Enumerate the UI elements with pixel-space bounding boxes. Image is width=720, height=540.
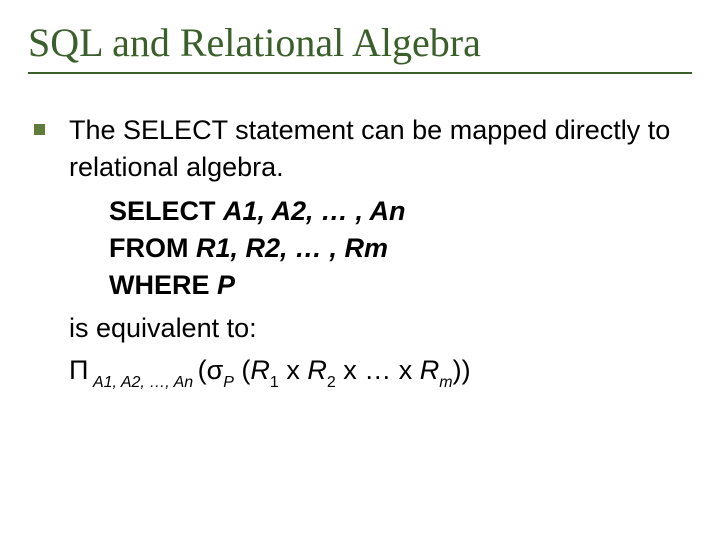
sigma-part: (σ bbox=[198, 355, 224, 385]
slide-body: The SELECT statement can be mapped direc… bbox=[28, 112, 692, 392]
where-keyword: WHERE bbox=[109, 270, 217, 300]
pi-symbol: Π bbox=[69, 355, 89, 385]
bullet-item: The SELECT statement can be mapped direc… bbox=[28, 112, 692, 392]
close-parens: )) bbox=[453, 355, 471, 385]
sql-block: SELECT A1, A2, … , An FROM R1, R2, … , R… bbox=[109, 193, 692, 305]
title-rule: SQL and Relational Algebra bbox=[28, 20, 692, 74]
pi-subscript: A1, A2, …, An bbox=[89, 374, 198, 391]
x1: x bbox=[279, 355, 308, 385]
rm-sub: m bbox=[439, 374, 452, 391]
select-keyword: SELECT bbox=[109, 196, 223, 226]
sql-select-line: SELECT A1, A2, … , An bbox=[109, 193, 692, 230]
r1-sub: 1 bbox=[270, 374, 279, 391]
relational-algebra-formula: Π A1, A2, …, An (σP (R1 x R2 x … x Rm)) bbox=[69, 352, 692, 392]
rm-r: R bbox=[420, 355, 440, 385]
open-paren: ( bbox=[234, 355, 251, 385]
from-keyword: FROM bbox=[109, 233, 196, 263]
r2-sub: 2 bbox=[327, 374, 336, 391]
slide-title: SQL and Relational Algebra bbox=[28, 20, 692, 66]
select-args: A1, A2, … , An bbox=[223, 196, 406, 226]
intro-text: The SELECT statement can be mapped direc… bbox=[69, 112, 692, 187]
sigma-subscript: P bbox=[223, 374, 234, 391]
r1-r: R bbox=[250, 355, 270, 385]
equivalent-text: is equivalent to: bbox=[69, 310, 692, 347]
slide: SQL and Relational Algebra The SELECT st… bbox=[0, 0, 720, 540]
where-arg: P bbox=[217, 270, 235, 300]
bullet-content: The SELECT statement can be mapped direc… bbox=[69, 112, 692, 392]
sql-from-line: FROM R1, R2, … , Rm bbox=[109, 230, 692, 267]
from-args: R1, R2, … , Rm bbox=[196, 233, 388, 263]
square-bullet-icon bbox=[34, 124, 45, 135]
sql-where-line: WHERE P bbox=[109, 267, 692, 304]
x-dots: x … x bbox=[336, 355, 420, 385]
r2-r: R bbox=[307, 355, 327, 385]
